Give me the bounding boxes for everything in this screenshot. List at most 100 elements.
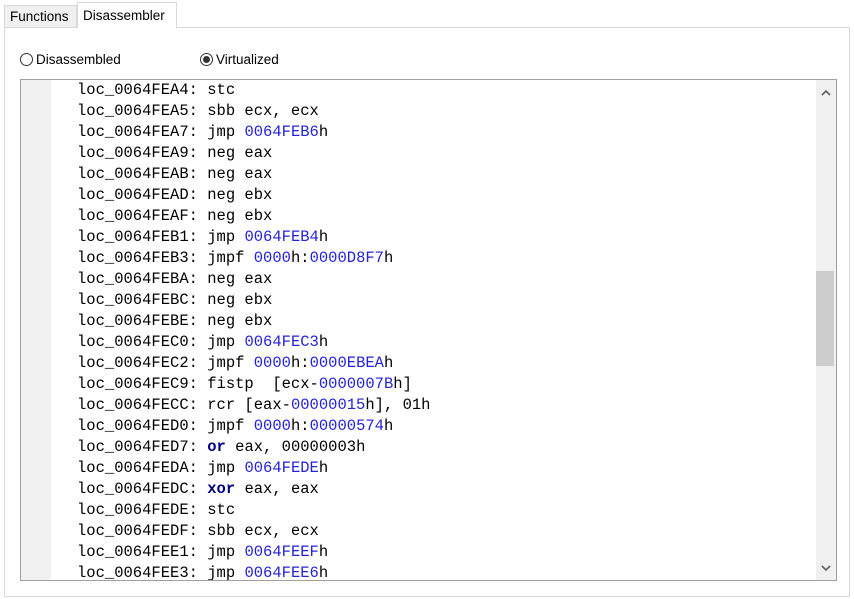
instruction-text: eax, eax: [235, 480, 319, 498]
instruction-text: stc: [197, 501, 236, 519]
keyword: xor: [207, 480, 236, 498]
instruction-text: h: [318, 564, 329, 581]
radio-button-disassembled[interactable]: [20, 52, 33, 66]
instruction-text: h: [383, 249, 394, 267]
address-label: loc_0064FEA7:: [77, 123, 198, 141]
instruction-text: jmp: [197, 543, 245, 561]
address-label: loc_0064FEDF:: [77, 522, 198, 540]
listing-line[interactable]: loc_0064FEC2: jmpf 0000h:0000EBEAh: [77, 353, 814, 374]
address-label: loc_0064FEA5:: [77, 102, 198, 120]
address-label: loc_0064FEB1:: [77, 228, 198, 246]
numeric-operand: 0064FEE6: [244, 564, 319, 581]
listing-line[interactable]: loc_0064FEBE: neg ebx: [77, 311, 814, 332]
disassembly-listing[interactable]: loc_0064FEA4: stc loc_0064FEA5: sbb ecx, …: [20, 79, 837, 581]
instruction-text: h:: [290, 249, 310, 267]
instruction-text: jmp: [197, 459, 245, 477]
instruction-text: rcr [eax-: [197, 396, 291, 414]
instruction-text: jmp: [197, 333, 245, 351]
listing-line[interactable]: loc_0064FEE3: jmp 0064FEE6h: [77, 563, 814, 581]
listing-line[interactable]: loc_0064FED7: or eax, 00000003h: [77, 437, 814, 458]
instruction-text: jmp: [197, 123, 245, 141]
listing-line[interactable]: loc_0064FEDF: sbb ecx, ecx: [77, 521, 814, 542]
radio-label-virtualized: Virtualized: [216, 51, 279, 67]
address-label: loc_0064FEDC:: [77, 480, 198, 498]
instruction-text: [198, 480, 207, 498]
numeric-operand: 0000007B: [318, 375, 394, 393]
instruction-text: sbb ecx, ecx: [197, 102, 319, 120]
address-label: loc_0064FEC0:: [77, 333, 198, 351]
numeric-operand: 0064FEB6: [244, 123, 319, 141]
instruction-text: h: [383, 354, 394, 372]
instruction-text: neg ebx: [197, 291, 273, 309]
instruction-text: eax, 00000003h: [225, 438, 366, 456]
scroll-down-button[interactable]: [816, 558, 836, 578]
vertical-scrollbar[interactable]: [816, 80, 836, 580]
address-label: loc_0064FED0:: [77, 417, 198, 435]
numeric-operand: 00000015: [290, 396, 366, 414]
listing-line[interactable]: loc_0064FEA7: jmp 0064FEB6h: [77, 122, 814, 143]
tab-strip: Functions Disassembler: [0, 0, 854, 28]
instruction-text: neg ebx: [197, 207, 273, 225]
listing-line[interactable]: loc_0064FEA9: neg eax: [77, 143, 814, 164]
numeric-operand: 0064FEDE: [244, 459, 319, 477]
radio-disassembled[interactable]: Disassembled: [20, 50, 121, 68]
radio-button-virtualized[interactable]: [200, 52, 213, 66]
listing-line[interactable]: loc_0064FEDA: jmp 0064FEDEh: [77, 458, 814, 479]
instruction-text: neg eax: [197, 144, 273, 162]
radio-virtualized[interactable]: Virtualized: [200, 50, 279, 68]
address-label: loc_0064FEBC:: [77, 291, 198, 309]
listing-line[interactable]: loc_0064FEC9: fistp [ecx-0000007Bh]: [77, 374, 814, 395]
address-label: loc_0064FED7:: [77, 438, 198, 456]
chevron-down-icon: [821, 564, 831, 571]
instruction-text: stc: [197, 81, 236, 99]
instruction-text: h], 01h: [365, 396, 431, 414]
listing-line[interactable]: loc_0064FEBC: neg ebx: [77, 290, 814, 311]
code-area[interactable]: loc_0064FEA4: stc loc_0064FEA5: sbb ecx, …: [77, 80, 814, 581]
address-label: loc_0064FEDE:: [77, 501, 198, 519]
listing-line[interactable]: loc_0064FEA5: sbb ecx, ecx: [77, 101, 814, 122]
listing-line[interactable]: loc_0064FEBA: neg eax: [77, 269, 814, 290]
listing-line[interactable]: loc_0064FEC0: jmp 0064FEC3h: [77, 332, 814, 353]
numeric-operand: 0000: [253, 249, 291, 267]
instruction-text: neg eax: [197, 165, 273, 183]
listing-line[interactable]: loc_0064FEB3: jmpf 0000h:0000D8F7h: [77, 248, 814, 269]
listing-line[interactable]: loc_0064FEB1: jmp 0064FEB4h: [77, 227, 814, 248]
instruction-text: jmpf: [197, 354, 254, 372]
address-label: loc_0064FEE1:: [77, 543, 198, 561]
listing-line[interactable]: loc_0064FEAF: neg ebx: [77, 206, 814, 227]
listing-line[interactable]: loc_0064FEDE: stc: [77, 500, 814, 521]
listing-line[interactable]: loc_0064FEA4: stc: [77, 80, 814, 101]
listing-line[interactable]: loc_0064FECC: rcr [eax-00000015h], 01h: [77, 395, 814, 416]
instruction-text: h: [318, 228, 329, 246]
instruction-text: sbb ecx, ecx: [197, 522, 319, 540]
instruction-text: h]: [393, 375, 412, 393]
instruction-text: h:: [290, 417, 310, 435]
tab-functions[interactable]: Functions: [4, 5, 77, 27]
instruction-text: [198, 438, 207, 456]
scroll-up-button[interactable]: [816, 82, 836, 102]
numeric-operand: 0000: [253, 417, 291, 435]
instruction-text: h: [318, 459, 329, 477]
listing-line[interactable]: loc_0064FED0: jmpf 0000h:00000574h: [77, 416, 814, 437]
listing-line[interactable]: loc_0064FEDC: xor eax, eax: [77, 479, 814, 500]
instruction-text: h: [318, 333, 329, 351]
instruction-text: h: [383, 417, 394, 435]
address-label: loc_0064FEC2:: [77, 354, 198, 372]
address-label: loc_0064FEAD:: [77, 186, 198, 204]
address-label: loc_0064FEAB:: [77, 165, 198, 183]
address-label: loc_0064FEE3:: [77, 564, 198, 581]
keyword: or: [207, 438, 226, 456]
instruction-text: neg ebx: [197, 186, 273, 204]
instruction-text: neg eax: [197, 270, 273, 288]
address-label: loc_0064FECC:: [77, 396, 198, 414]
listing-line[interactable]: loc_0064FEAD: neg ebx: [77, 185, 814, 206]
numeric-operand: 0000: [253, 354, 291, 372]
listing-line[interactable]: loc_0064FEE1: jmp 0064FEEFh: [77, 542, 814, 563]
instruction-text: h:: [290, 354, 310, 372]
numeric-operand: 0064FEEF: [244, 543, 319, 561]
listing-line[interactable]: loc_0064FEAB: neg eax: [77, 164, 814, 185]
address-label: loc_0064FEBA:: [77, 270, 198, 288]
tab-disassembler[interactable]: Disassembler: [77, 2, 177, 28]
scrollbar-thumb[interactable]: [816, 271, 834, 366]
address-label: loc_0064FEDA:: [77, 459, 198, 477]
